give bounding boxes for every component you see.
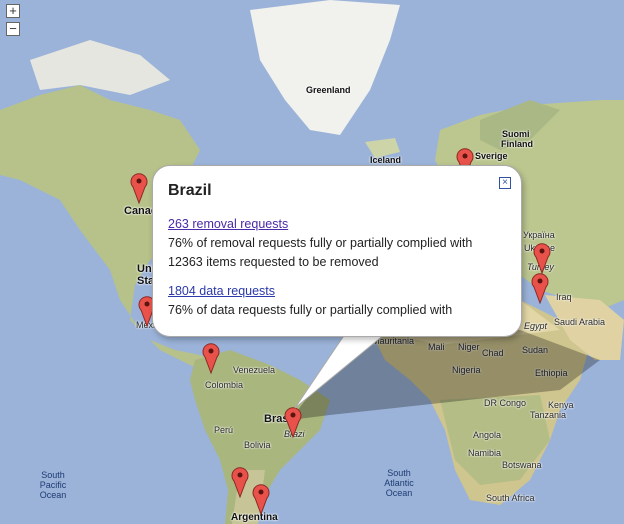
label-iceland: Iceland — [370, 155, 402, 165]
label-angola: Angola — [473, 430, 502, 440]
label-nigeria: Nigeria — [452, 365, 481, 375]
info-window: Brazil × 263 removal requests 76% of rem… — [152, 165, 522, 337]
zoom-in-button[interactable]: + — [6, 4, 20, 18]
label-peru: Perú — [214, 425, 234, 435]
removal-requests-link[interactable]: 263 removal requests — [168, 217, 288, 231]
label-finland: Finland — [501, 139, 533, 149]
label-greenland: Greenland — [306, 85, 351, 95]
label-sudan: Sudan — [522, 345, 549, 355]
label-kenya: Kenya — [548, 400, 574, 410]
label-sverige: Sverige — [475, 151, 508, 161]
label-mali: Mali — [428, 342, 445, 352]
marker-pin-turkey[interactable] — [530, 270, 550, 304]
label-botswana: Botswana — [502, 460, 542, 470]
label-ukraine: Україна — [523, 230, 555, 240]
label-drc: DR Congo — [484, 398, 527, 408]
marker-pin-colombia[interactable] — [201, 340, 221, 374]
label-tanzania: Tanzania — [530, 410, 567, 420]
label-egypt: Egypt — [524, 321, 548, 331]
label-mauritania: Mauritania — [372, 336, 415, 346]
info-window-title: Brazil — [168, 182, 212, 199]
marker-pin-chile[interactable] — [230, 464, 250, 498]
marker-pin-canada[interactable] — [129, 170, 149, 204]
items-removed-text: 12363 items requested to be removed — [168, 255, 379, 269]
data-complied-text: 76% of data requests fully or partially … — [168, 303, 453, 317]
label-chad: Chad — [482, 348, 504, 358]
label-south-pacific-ocean: South Pacific Ocean — [39, 470, 67, 500]
world-map[interactable]: + − Greenland Iceland Sverige Suomi Finl… — [0, 0, 624, 524]
marker-pin-argentina[interactable] — [251, 481, 271, 515]
marker-pin-ukraine[interactable] — [532, 240, 552, 274]
label-namibia: Namibia — [468, 448, 502, 458]
label-ethiopia: Ethiopia — [535, 368, 568, 378]
label-south-atlantic-ocean: South Atlantic Ocean — [384, 468, 414, 498]
label-venezuela: Venezuela — [233, 365, 276, 375]
marker-pin-brazil[interactable] — [283, 404, 303, 438]
label-iraq: Iraq — [556, 292, 572, 302]
label-suomi: Suomi — [502, 129, 530, 139]
data-requests-link[interactable]: 1804 data requests — [168, 284, 275, 298]
close-button[interactable]: × — [499, 177, 511, 189]
label-niger: Niger — [458, 342, 480, 352]
label-southafrica: South Africa — [486, 493, 535, 503]
removal-complied-text: 76% of removal requests fully or partial… — [168, 236, 473, 250]
zoom-out-button[interactable]: − — [6, 22, 20, 36]
label-bolivia: Bolivia — [244, 440, 271, 450]
label-saudi: Saudi Arabia — [554, 317, 606, 327]
label-colombia: Colombia — [205, 380, 244, 390]
